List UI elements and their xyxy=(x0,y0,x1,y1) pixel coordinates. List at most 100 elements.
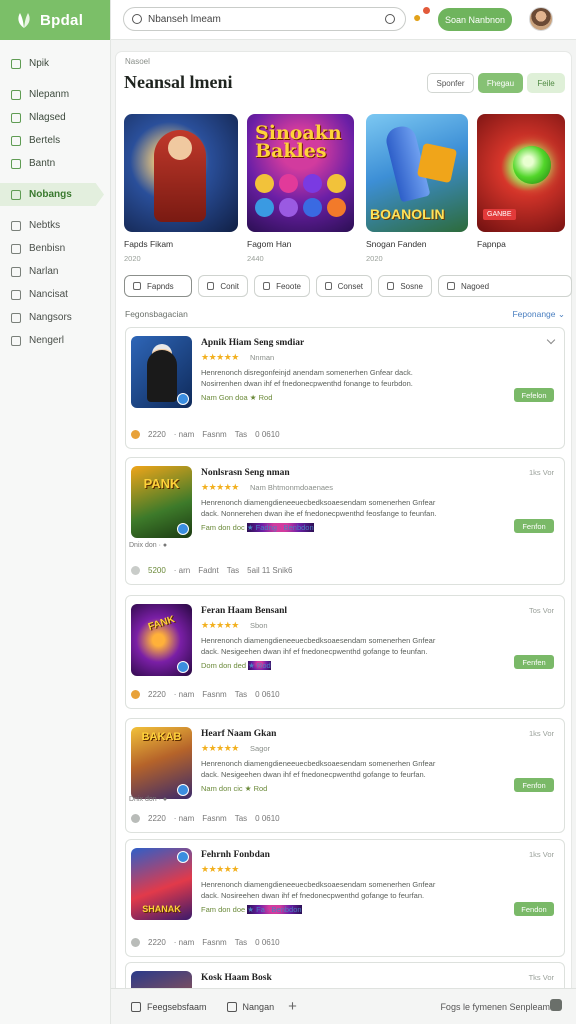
sidebar-item-label: Nancisat xyxy=(29,289,68,300)
tag-icon xyxy=(325,282,332,290)
game-tags: Dom don ded ★ Rod xyxy=(201,661,271,670)
sidebar-item-label: Nengerl xyxy=(29,335,65,346)
segment-button-2[interactable]: Fhegau xyxy=(478,73,523,93)
game-card[interactable]: SHANAK Fehrnh Fonbdan 1ks Vor ★★★★★ Henr… xyxy=(125,839,565,957)
verified-icon xyxy=(177,523,189,535)
featured-meta: 2020 xyxy=(366,254,383,263)
featured-game-4[interactable]: GANBE Fapnpa xyxy=(477,114,565,249)
game-icon xyxy=(11,189,21,200)
folder-icon xyxy=(11,158,21,169)
game-icon[interactable]: BAKAB xyxy=(131,727,192,799)
game-stats: 2220 · nam Fasnm Tas 0 0610 xyxy=(131,814,280,823)
notification-bell-icon[interactable]: ● xyxy=(413,9,421,25)
search-bar[interactable] xyxy=(123,7,406,31)
game-card[interactable]: BAKAB Dnix don · ● Hearf Naam Gkan 1ks V… xyxy=(125,718,565,833)
game-card[interactable]: PANK Dnix don · ● Nonlsrasn Seng nman 1k… xyxy=(125,457,565,585)
featured-game-3[interactable]: BOANOLIN Snogan Fanden 2020 xyxy=(366,114,468,263)
user-avatar[interactable] xyxy=(529,7,553,31)
verified-icon xyxy=(177,784,189,796)
sidebar-item-label: Nlepanm xyxy=(29,89,70,100)
sidebar-item-4[interactable]: Bertels xyxy=(0,129,110,152)
search-input[interactable] xyxy=(148,13,348,25)
art-badge: GANBE xyxy=(483,209,516,220)
featured-game-2[interactable]: Sinoakn Bakles Fagom Han 2440 xyxy=(247,114,354,263)
bottom-item-2[interactable]: Nangan xyxy=(226,1001,274,1012)
image-icon xyxy=(263,282,271,290)
game-stats: 5200 · arn Fadnt Tas 5ail 11 Snik6 xyxy=(131,566,292,575)
game-title[interactable]: Fehrnh Fonbdan xyxy=(201,850,270,860)
segment-button-3[interactable]: Feile xyxy=(527,73,565,93)
sidebar-item-11[interactable]: Nangsors xyxy=(0,306,110,329)
sidebar-item-12[interactable]: Nengerl xyxy=(0,329,110,352)
sidebar-item-10[interactable]: Nancisat xyxy=(0,283,110,306)
leaf-logo-icon xyxy=(18,13,30,28)
topbar: ● Soan Nanbnon xyxy=(111,0,576,40)
sidebar-item-active[interactable]: Nobangs xyxy=(0,183,104,206)
sidebar-item-1[interactable]: Npik xyxy=(0,52,110,75)
filter-chip[interactable]: Nagoed xyxy=(438,275,572,297)
sidebar-item-2[interactable]: Nlepanm xyxy=(0,83,110,106)
search-submit-icon[interactable] xyxy=(385,14,395,24)
game-title[interactable]: Hearf Naam Gkan xyxy=(201,729,276,739)
filter-chip[interactable]: Conit xyxy=(198,275,248,297)
filter-chip[interactable]: Fapnds xyxy=(124,275,192,297)
sort-dropdown[interactable]: Feponange ⌄ xyxy=(512,309,565,320)
game-card[interactable]: FANK Feran Haam Bensanl Tos Vor ★★★★★ Sb… xyxy=(125,595,565,709)
sidebar-item-8[interactable]: Benbisn xyxy=(0,237,110,260)
breadcrumb[interactable]: Nasoel xyxy=(125,57,150,66)
sidebar-item-3[interactable]: Nlagsed xyxy=(0,106,110,129)
featured-game-1[interactable]: Fapds Fikam 2020 xyxy=(124,114,238,263)
add-icon[interactable]: + xyxy=(288,998,297,1015)
game-date: 1ks Vor xyxy=(528,729,554,738)
chat-icon[interactable] xyxy=(550,999,562,1011)
game-title[interactable]: Nonlsrasn Seng nman xyxy=(201,468,290,478)
filter-chip[interactable]: Conset xyxy=(316,275,372,297)
game-stats: 2220 · nam Fasnm Tas 0 0610 xyxy=(131,430,280,439)
game-title[interactable]: Kosk Haam Bosk xyxy=(201,973,272,983)
game-title[interactable]: Feran Haam Bensanl xyxy=(201,606,287,616)
featured-thumbnail[interactable]: Sinoakn Bakles xyxy=(247,114,354,232)
settings-icon xyxy=(447,282,455,290)
featured-thumbnail[interactable]: GANBE xyxy=(477,114,565,232)
home-icon xyxy=(131,566,140,575)
bottom-status-text[interactable]: Fogs le fymenen Senpleam xyxy=(440,1002,550,1012)
primary-cta-button[interactable]: Soan Nanbnon xyxy=(438,8,512,31)
install-button[interactable]: Fendon xyxy=(514,902,554,916)
featured-thumbnail[interactable]: BOANOLIN xyxy=(366,114,468,232)
game-description: Henrenonch disregonfeinjd anendam somene… xyxy=(201,368,413,388)
game-date: 1ks Vor xyxy=(528,850,554,859)
chevron-down-icon: ⌄ xyxy=(557,309,565,319)
install-button[interactable]: Fenfon xyxy=(514,519,554,533)
sidebar: Bpdal Npik Nlepanm Nlagsed Bertels Bantn… xyxy=(0,0,111,1024)
game-card[interactable]: Apnik Hiam Seng smdiar ★★★★★ Nnman Henre… xyxy=(125,327,565,449)
main-panel: Nasoel Neansal lmeni Sponfer Fhegau Feil… xyxy=(116,52,572,1024)
segment-button-1[interactable]: Sponfer xyxy=(427,73,474,93)
game-icon[interactable]: PANK xyxy=(131,466,192,538)
gallery-icon xyxy=(131,1001,141,1012)
sidebar-item-7[interactable]: Nebtks xyxy=(0,214,110,237)
sidebar-item-label: Nlagsed xyxy=(29,112,66,123)
install-button[interactable]: Fenfen xyxy=(514,655,554,669)
featured-thumbnail[interactable] xyxy=(124,114,238,232)
brand[interactable]: Bpdal xyxy=(0,0,110,40)
sidebar-item-5[interactable]: Bantn xyxy=(0,152,110,175)
rating-text: Sbon xyxy=(250,621,268,630)
game-extra: Dnix don · ● xyxy=(129,542,168,549)
chevron-down-icon[interactable] xyxy=(546,335,556,345)
game-icon[interactable] xyxy=(131,336,192,408)
featured-art-title: Sinoakn Bakles xyxy=(255,122,342,162)
rating-text: Nam Bhtmonmdoaenaes xyxy=(250,483,333,492)
game-icon[interactable]: FANK xyxy=(131,604,192,676)
rating-stars: ★★★★★ xyxy=(201,743,239,753)
featured-name: Fapds Fikam xyxy=(124,239,174,249)
game-title[interactable]: Apnik Hiam Seng smdiar xyxy=(201,338,304,348)
game-description: Henrenonch diamengdieneeuecbedksoaesenda… xyxy=(201,498,437,518)
install-button[interactable]: Fefelon xyxy=(514,388,554,402)
filter-chip[interactable]: Sosne xyxy=(378,275,432,297)
filter-chip[interactable]: Feoote xyxy=(254,275,310,297)
sidebar-item-9[interactable]: Narlan xyxy=(0,260,110,283)
users-icon xyxy=(11,243,21,254)
install-button[interactable]: Fenfon xyxy=(514,778,554,792)
game-icon[interactable]: SHANAK xyxy=(131,848,192,920)
bottom-item-1[interactable]: Feegsebsfaam xyxy=(131,1001,207,1012)
